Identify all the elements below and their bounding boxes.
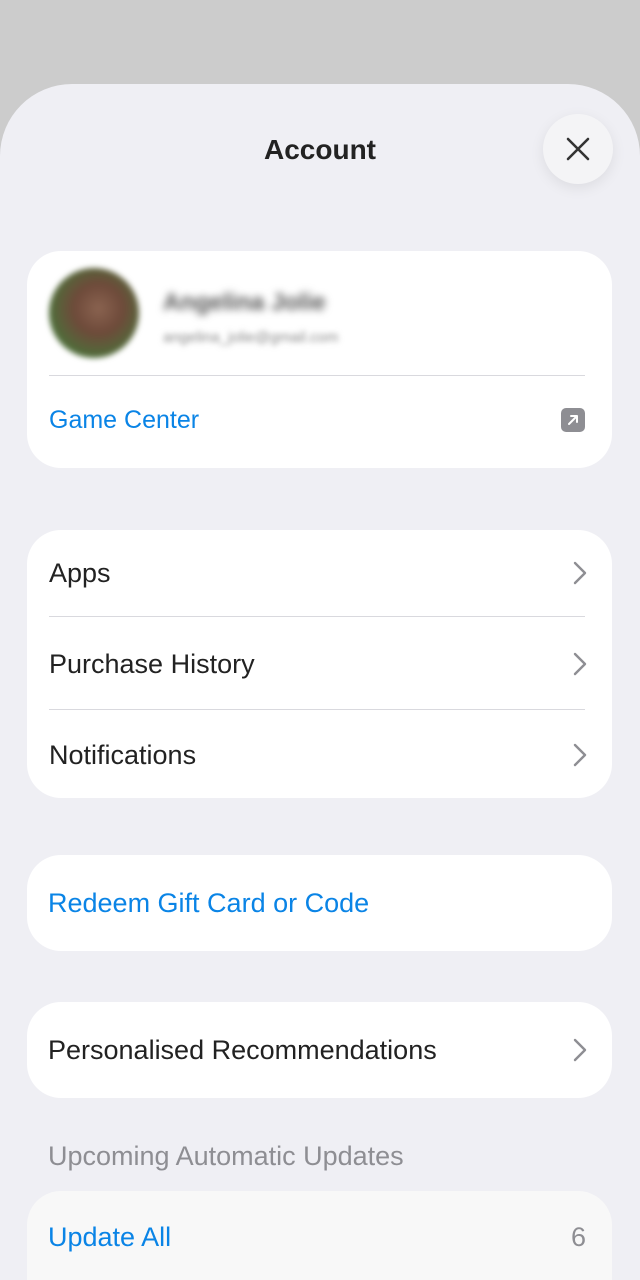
divider (49, 709, 585, 710)
game-center-row[interactable]: Game Center (49, 389, 585, 451)
recommendations-label: Personalised Recommendations (48, 1034, 437, 1065)
user-name[interactable]: Angelina Jolie (163, 289, 326, 317)
menu-item-notifications[interactable]: Notifications (49, 712, 588, 798)
avatar[interactable] (49, 268, 139, 358)
update-count: 6 (570, 1221, 586, 1252)
user-email: angelina_jolie@gmail.com (163, 329, 339, 346)
redeem-gift-card-button[interactable]: Redeem Gift Card or Code (27, 855, 612, 951)
divider (49, 375, 585, 376)
profile-card: Angelina Jolie angelina_jolie@gmail.com … (27, 251, 612, 468)
menu-item-label: Apps (49, 557, 111, 588)
personalised-recommendations-row[interactable]: Personalised Recommendations (27, 1002, 612, 1098)
menu-item-apps[interactable]: Apps (49, 530, 588, 616)
chevron-right-icon (573, 561, 587, 585)
account-sheet: Account Angelina Jolie angelina_jolie@gm… (0, 84, 640, 1280)
external-link-icon (561, 408, 585, 432)
close-button[interactable] (543, 114, 613, 184)
divider (49, 616, 585, 617)
redeem-label: Redeem Gift Card or Code (48, 887, 370, 918)
game-center-label: Game Center (49, 405, 200, 434)
menu-item-purchase-history[interactable]: Purchase History (49, 621, 588, 707)
menu-card: Apps Purchase History Notifications (27, 530, 612, 798)
section-header-updates: Upcoming Automatic Updates (48, 1141, 404, 1171)
chevron-right-icon (573, 1038, 587, 1062)
chevron-right-icon (573, 743, 587, 767)
update-all-row: Update All 6 (48, 1191, 586, 1280)
updates-card: Update All 6 (27, 1191, 612, 1280)
menu-item-label: Notifications (49, 739, 197, 770)
menu-item-label: Purchase History (49, 648, 255, 679)
chevron-right-icon (573, 652, 587, 676)
update-all-button[interactable]: Update All (48, 1222, 171, 1253)
close-icon (566, 137, 590, 161)
